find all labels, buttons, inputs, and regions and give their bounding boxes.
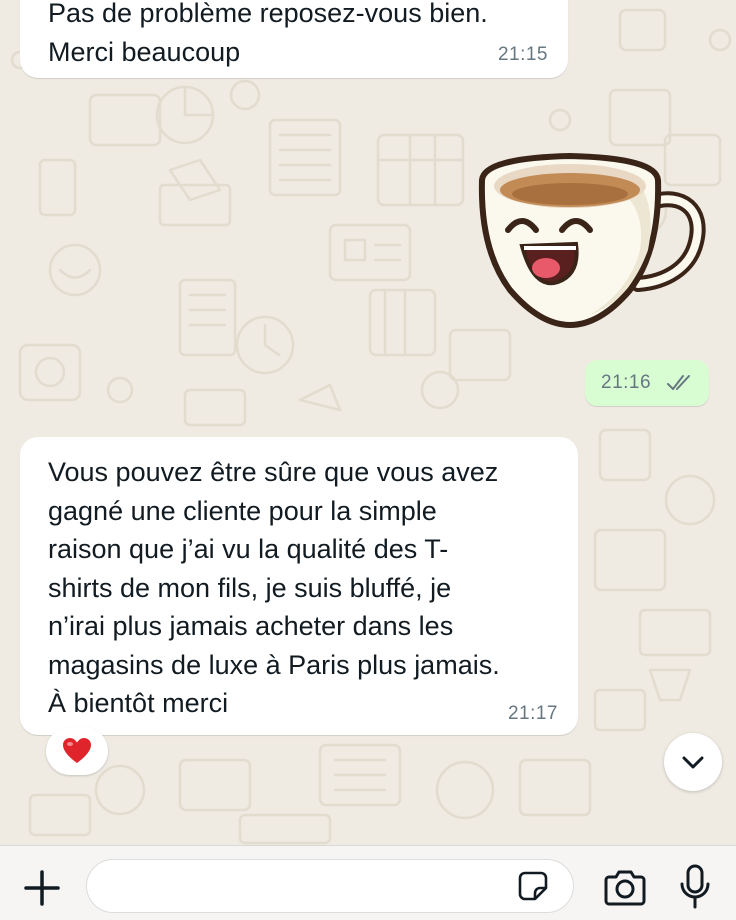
microphone-icon[interactable] (678, 864, 712, 910)
incoming-message-bubble[interactable]: Pas de problème reposez-vous bien. Merci… (20, 0, 568, 78)
message-text: Vous pouvez être sûre que vous avez gagn… (48, 457, 500, 718)
incoming-message-bubble[interactable]: Vous pouvez être sûre que vous avez gagn… (20, 437, 578, 735)
message-text: Pas de problème reposez-vous bien. Merci… (48, 0, 488, 67)
chat-area[interactable]: Pas de problème reposez-vous bien. Merci… (0, 0, 736, 845)
message-time: 21:15 (497, 44, 548, 65)
outgoing-message-meta[interactable]: 21:16 (585, 360, 709, 406)
chevron-down-icon (682, 756, 704, 769)
message-time: 21:16 (601, 372, 652, 393)
heart-reaction-icon (63, 738, 91, 763)
message-reaction[interactable] (46, 727, 108, 775)
sticker-icon[interactable] (517, 870, 549, 902)
message-input[interactable] (105, 868, 509, 906)
coffee-cup-sticker[interactable] (470, 150, 706, 329)
camera-icon[interactable] (602, 868, 648, 908)
read-double-check-icon (667, 375, 690, 390)
message-time: 21:17 (507, 703, 558, 724)
scroll-to-bottom-button[interactable] (664, 733, 722, 791)
message-input-field[interactable] (86, 859, 574, 913)
plus-icon[interactable] (22, 868, 62, 908)
message-input-bar (0, 845, 736, 920)
smiling-coffee-cup-icon (478, 152, 706, 329)
